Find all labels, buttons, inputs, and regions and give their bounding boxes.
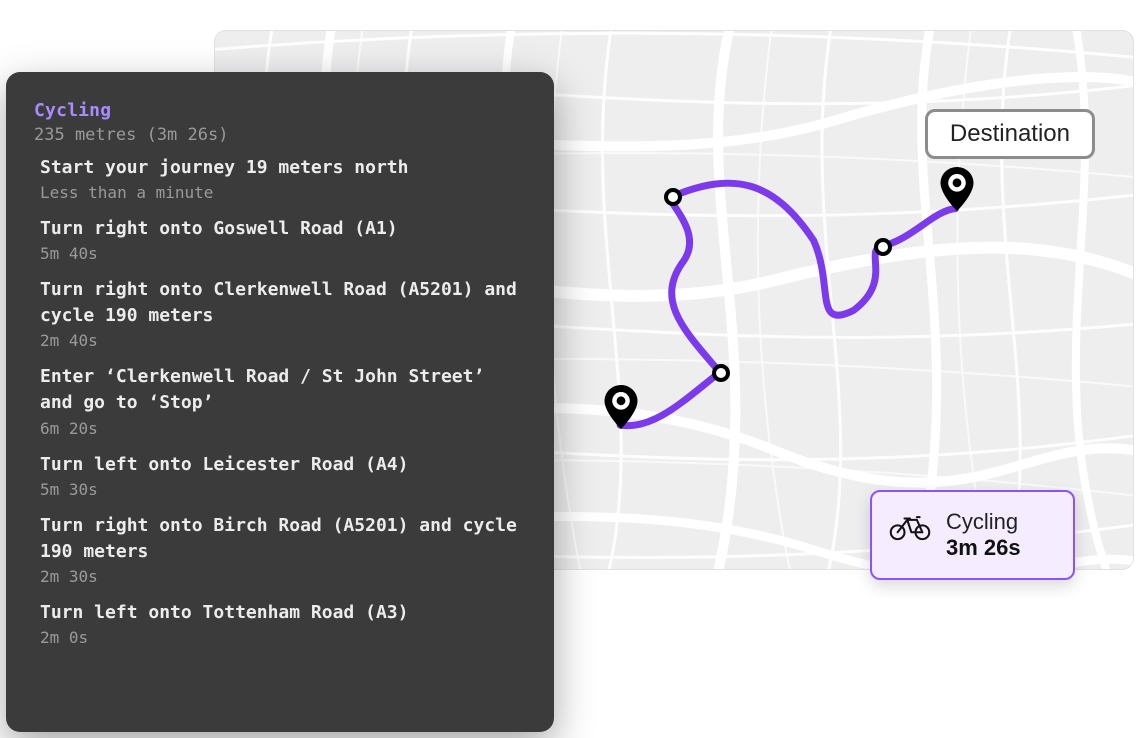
waypoint-marker[interactable] — [874, 238, 892, 256]
direction-step[interactable]: Turn left onto Leicester Road (A4) 5m 30… — [40, 452, 526, 499]
badge-time-label: 3m 26s — [946, 535, 1021, 561]
panel-title: Cycling — [34, 100, 526, 121]
step-duration: 5m 40s — [40, 244, 526, 263]
step-duration: 2m 30s — [40, 567, 526, 586]
destination-pin[interactable] — [940, 167, 974, 211]
direction-step[interactable]: Turn right onto Goswell Road (A1) 5m 40s — [40, 216, 526, 263]
step-instruction: Turn left onto Tottenham Road (A3) — [40, 600, 526, 626]
step-duration: 2m 40s — [40, 331, 526, 350]
waypoint-marker[interactable] — [712, 364, 730, 382]
step-instruction: Enter ‘Clerkenwell Road / St John Street… — [40, 364, 526, 416]
bicycle-icon — [888, 513, 932, 557]
travel-mode-badge[interactable]: Cycling 3m 26s — [870, 490, 1075, 580]
badge-mode-label: Cycling — [946, 509, 1021, 535]
map-pin-icon — [604, 385, 638, 429]
step-duration: 2m 0s — [40, 628, 526, 647]
origin-pin[interactable] — [604, 385, 638, 429]
direction-step[interactable]: Start your journey 19 meters north Less … — [40, 155, 526, 202]
destination-label: Destination — [925, 109, 1095, 159]
step-duration: 6m 20s — [40, 419, 526, 438]
step-instruction: Start your journey 19 meters north — [40, 155, 526, 181]
direction-step[interactable]: Enter ‘Clerkenwell Road / St John Street… — [40, 364, 526, 437]
directions-panel: Cycling 235 metres (3m 26s) Start your j… — [6, 72, 554, 732]
step-instruction: Turn right onto Clerkenwell Road (A5201)… — [40, 277, 526, 329]
waypoint-marker[interactable] — [664, 188, 682, 206]
step-instruction: Turn right onto Goswell Road (A1) — [40, 216, 526, 242]
step-instruction: Turn right onto Birch Road (A5201) and c… — [40, 513, 526, 565]
step-instruction: Turn left onto Leicester Road (A4) — [40, 452, 526, 478]
direction-step[interactable]: Turn right onto Birch Road (A5201) and c… — [40, 513, 526, 586]
map-pin-icon — [940, 167, 974, 211]
direction-step[interactable]: Turn right onto Clerkenwell Road (A5201)… — [40, 277, 526, 350]
panel-summary: 235 metres (3m 26s) — [34, 125, 526, 145]
steps-list: Start your journey 19 meters north Less … — [40, 155, 526, 647]
step-duration: Less than a minute — [40, 183, 526, 202]
direction-step[interactable]: Turn left onto Tottenham Road (A3) 2m 0s — [40, 600, 526, 647]
step-duration: 5m 30s — [40, 480, 526, 499]
